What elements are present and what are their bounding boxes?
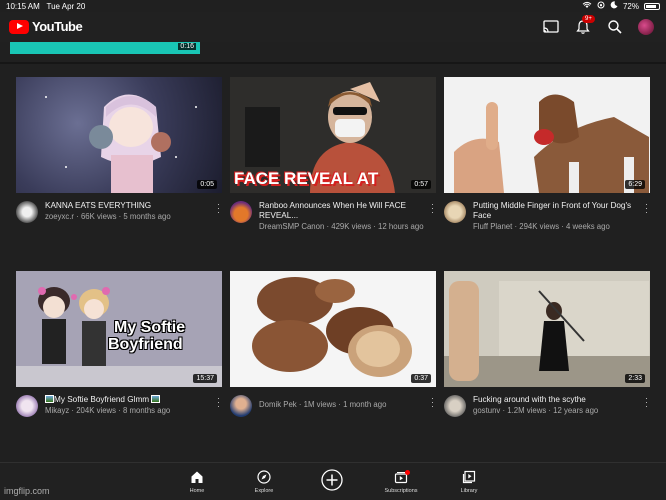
video-duration: 0:16 [178, 43, 196, 50]
video-thumbnail[interactable]: 0:37 [230, 271, 436, 387]
battery-percent: 72% [622, 1, 639, 11]
battery-icon [644, 2, 660, 10]
video-card[interactable]: FACE REVEAL AT 0:57 Ranboo Announces Whe… [230, 77, 436, 251]
section-divider [0, 62, 666, 64]
video-thumbnail[interactable]: FACE REVEAL AT 0:57 [230, 77, 436, 193]
partial-video-thumbnail[interactable]: 0:16 [10, 42, 200, 54]
nav-explore[interactable]: Explore [242, 469, 286, 494]
video-meta: Domik Pek · 1M views · 1 month ago · · · [230, 394, 436, 445]
wifi-icon [582, 1, 592, 11]
notification-badge: 9+ [582, 15, 595, 23]
subscriptions-icon [379, 469, 423, 485]
emoji-icon [45, 395, 54, 403]
more-options-icon[interactable]: · · · [645, 200, 648, 217]
video-card[interactable]: 0:37 Domik Pek · 1M views · 1 month ago … [230, 271, 436, 445]
video-title[interactable]: My Softie Boyfriend Glmm [45, 395, 205, 405]
video-meta: KANNA EATS EVERYTHING zoeyxc.r · 66K vie… [16, 200, 222, 251]
channel-avatar[interactable] [444, 201, 466, 223]
library-icon [447, 469, 491, 485]
video-title[interactable]: KANNA EATS EVERYTHING [45, 201, 205, 211]
video-duration: 0:37 [411, 374, 431, 383]
new-content-dot [405, 470, 410, 475]
video-subtitle: Mikayz · 204K views · 8 months ago [45, 406, 171, 415]
thumbnail-overlay-text: My Softie [114, 319, 186, 336]
status-right: 72% [582, 1, 660, 11]
bottom-navigation: Home Explore Subscriptions Library [0, 462, 666, 500]
video-title[interactable]: Putting Middle Finger in Front of Your D… [473, 201, 633, 221]
video-thumbnail[interactable]: My Softie Boyfriend 15:37 [16, 271, 222, 387]
more-options-icon[interactable]: · · · [217, 200, 220, 217]
channel-avatar[interactable] [230, 395, 252, 417]
video-subtitle: gostunv · 1.2M views · 12 years ago [473, 406, 599, 415]
video-meta: Ranboo Announces When He Will FACE REVEA… [230, 200, 436, 251]
watermark: imgflip.com [4, 486, 50, 496]
video-card[interactable]: My Softie Boyfriend 15:37 My Softie Boyf… [16, 271, 222, 445]
channel-avatar[interactable] [16, 201, 38, 223]
video-duration: 15:37 [193, 374, 217, 383]
more-options-icon[interactable]: · · · [431, 200, 434, 217]
logo-text: YouTube [32, 19, 83, 34]
nav-label: Explore [254, 488, 274, 494]
home-icon [175, 469, 219, 485]
search-icon[interactable] [606, 18, 624, 36]
thumbnail-art [230, 271, 436, 387]
more-options-icon[interactable]: · · · [645, 394, 648, 411]
nav-create[interactable] [310, 469, 354, 491]
video-thumbnail[interactable]: 2:33 [444, 271, 650, 387]
channel-avatar[interactable] [16, 395, 38, 417]
youtube-play-icon [9, 19, 29, 34]
video-title[interactable]: Fucking around with the scythe [473, 395, 633, 405]
thumbnail-overlay-text: Boyfriend [108, 336, 183, 353]
video-card[interactable]: 6:29 Putting Middle Finger in Front of Y… [444, 77, 650, 251]
video-card[interactable]: 2:33 Fucking around with the scythe gost… [444, 271, 650, 445]
nav-home[interactable]: Home [175, 469, 219, 494]
more-options-icon[interactable]: · · · [431, 394, 434, 411]
thumbnail-art [45, 94, 197, 193]
video-thumbnail[interactable]: 0:05 [16, 77, 222, 193]
video-duration: 0:05 [197, 180, 217, 189]
nav-library[interactable]: Library [447, 469, 491, 494]
video-meta: My Softie Boyfriend Glmm Mikayz · 204K v… [16, 394, 222, 445]
lock-rotation-icon [597, 1, 605, 11]
video-meta: Putting Middle Finger in Front of Your D… [444, 200, 650, 251]
video-duration: 6:29 [625, 180, 645, 189]
moon-icon [610, 1, 618, 11]
bell-icon[interactable]: 9+ [574, 15, 595, 36]
status-time: 10:15 AM Tue Apr 20 [6, 2, 86, 11]
account-avatar[interactable] [638, 19, 654, 35]
channel-avatar[interactable] [230, 201, 252, 223]
video-thumbnail[interactable]: 6:29 [444, 77, 650, 193]
video-subtitle: DreamSMP Canon · 429K views · 12 hours a… [259, 222, 424, 231]
create-icon [310, 469, 354, 491]
thumbnail-art [444, 77, 650, 193]
video-duration: 2:33 [625, 374, 645, 383]
video-duration: 0:57 [411, 180, 431, 189]
channel-avatar[interactable] [444, 395, 466, 417]
thumbnail-art [444, 271, 650, 387]
thumbnail-overlay-text: FACE REVEAL AT [234, 169, 379, 188]
nav-label: Home [189, 488, 205, 494]
video-meta: Fucking around with the scythe gostunv ·… [444, 394, 650, 445]
emoji-icon [151, 395, 161, 403]
nav-label: Library [460, 488, 478, 494]
nav-label: Subscriptions [384, 488, 418, 494]
cast-icon[interactable] [542, 18, 560, 36]
video-subtitle: Fluff Planet · 294K views · 4 weeks ago [473, 222, 610, 231]
video-title[interactable]: Ranboo Announces When He Will FACE REVEA… [259, 201, 419, 221]
explore-icon [242, 469, 286, 485]
video-card[interactable]: 0:05 KANNA EATS EVERYTHING zoeyxc.r · 66… [16, 77, 222, 251]
video-subtitle: Domik Pek · 1M views · 1 month ago [259, 400, 387, 409]
top-actions: 9+ [542, 15, 654, 36]
youtube-logo[interactable]: YouTube [9, 19, 83, 34]
nav-subscriptions[interactable]: Subscriptions [379, 469, 423, 494]
status-bar: 10:15 AM Tue Apr 20 72% [0, 0, 666, 12]
more-options-icon[interactable]: · · · [217, 394, 220, 411]
video-subtitle: zoeyxc.r · 66K views · 5 months ago [45, 212, 171, 221]
top-app-bar: YouTube 9+ [0, 12, 666, 42]
